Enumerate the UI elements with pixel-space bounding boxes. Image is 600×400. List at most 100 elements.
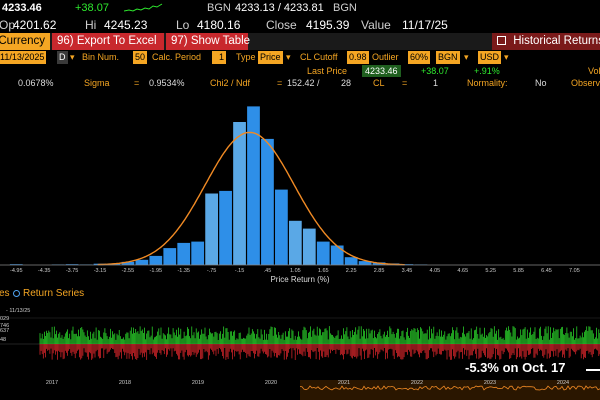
close-label: Close (266, 18, 297, 32)
x-tick-label: 2.85 (374, 268, 385, 274)
event-callout: -5.3% on Oct. 17 (465, 360, 566, 375)
low-label: Lo (176, 18, 190, 32)
x-tick-label: 2.25 (346, 268, 357, 274)
histogram-bar (149, 255, 163, 265)
period-type-select[interactable]: D (57, 51, 68, 64)
year-label: 2020 (265, 380, 277, 386)
sigma-value: 0.9534% (149, 78, 185, 88)
normality-label: Normality: (467, 78, 508, 88)
histogram-bar (316, 241, 330, 265)
year-label: 2021 (338, 380, 350, 386)
x-tick-label: 4.05 (430, 268, 441, 274)
stats-row: 0.0678% Sigma = 0.9534% Chi2 / Ndf = 152… (0, 77, 600, 90)
x-tick-label: 4.65 (457, 268, 468, 274)
mean-value: 0.0678% (18, 78, 54, 88)
series-axis-val-4: 48 (0, 337, 6, 343)
observations-label: Observ (571, 78, 600, 88)
start-date-field[interactable]: 11/13/2025 (0, 51, 47, 64)
return-series-label: Return Series (23, 288, 85, 299)
currency-button[interactable]: Currency (0, 33, 50, 50)
x-tick-label: -1.95 (150, 268, 163, 274)
historical-returns-label: Historical Returns (513, 35, 600, 47)
low-value: 4180.16 (197, 18, 241, 32)
open-value: 4201.62 (13, 18, 57, 32)
cl-cutoff-field[interactable]: 0.98 (347, 51, 369, 64)
bin-num-field[interactable]: 50 (133, 51, 148, 64)
external-link-icon (497, 36, 506, 45)
last-change: +38.07 (421, 66, 449, 76)
currency-button-label: Currency (0, 35, 45, 47)
histogram-bar (163, 248, 177, 265)
high-label: Hi (85, 18, 97, 32)
year-label: 2023 (484, 380, 496, 386)
show-table-button[interactable]: 97) Show Table (166, 33, 250, 50)
return-series-chart: - 11/13/25 029 746 637 48 2017 2018 2019 20… (0, 308, 600, 400)
x-tick-label: -.75 (207, 268, 216, 274)
x-tick-label: 3.45 (402, 268, 413, 274)
type-label: Type (236, 52, 256, 62)
histogram-bar (344, 257, 358, 265)
last-pct: +.91% (474, 66, 500, 76)
histogram-bar (233, 122, 246, 265)
source-select[interactable]: BGN (436, 51, 460, 64)
toolbar: Currency 96) Export To Excel 97) Show Ta… (0, 33, 600, 50)
chevron-down-icon: ▾ (70, 52, 75, 62)
x-tick-label: -4.95 (10, 268, 23, 274)
ndf-value: 28 (341, 78, 352, 88)
x-tick-label: -.15 (235, 268, 244, 274)
radio-icon[interactable] (13, 290, 20, 297)
chi2-label: Chi2 / Ndf (210, 78, 251, 88)
net-change: +38.07 (75, 2, 109, 14)
outlier-label: Outlier (372, 52, 399, 62)
outlier-field[interactable]: 60% (408, 51, 431, 64)
x-tick-label: 1.65 (318, 268, 329, 274)
histogram-bar (191, 241, 205, 265)
histogram-bar (288, 220, 302, 265)
close-value: 4195.39 (306, 18, 350, 32)
callout-pointer (586, 369, 600, 371)
export-excel-button[interactable]: 96) Export To Excel (52, 33, 164, 50)
last-price-row: Last Price 4233.46 +38.07 +.91% Vol (0, 65, 600, 77)
sparkline-icon (124, 3, 163, 12)
x-axis-title: Price Return (%) (270, 275, 330, 284)
bid-ask-source: BGN (333, 2, 357, 14)
x-tick-label: 5.85 (513, 268, 524, 274)
chevron-down-icon: ▾ (464, 52, 469, 62)
bid-ask: 4233.13 / 4233.81 (235, 2, 324, 14)
quote-strip-ohlc: Op 4201.62 Hi 4245.23 Lo 4180.16 Close 4… (0, 17, 600, 33)
year-label: 2019 (192, 380, 204, 386)
volume-label: Vol (588, 66, 600, 76)
x-tick-label: -2.55 (122, 268, 135, 274)
x-tick-label: 7.05 (569, 268, 580, 274)
x-tick-label: -3.75 (66, 268, 79, 274)
chi2-equals: = (277, 78, 283, 88)
year-label: 2017 (46, 380, 58, 386)
export-label: Export To Excel (76, 35, 157, 47)
cl-value: 1 (433, 78, 439, 88)
bgn-tag: BGN (207, 2, 231, 14)
x-tick-label: -4.35 (38, 268, 51, 274)
last-price-label: Last Price (307, 66, 348, 76)
settings-row: 11/13/2025 D ▾ Bin Num. 50 Calc. Period … (0, 51, 600, 64)
x-tick-label: .45 (264, 268, 272, 274)
year-label: 2022 (411, 380, 423, 386)
show-num: 97) (171, 35, 188, 47)
value-date: 11/17/25 (402, 18, 448, 32)
type-select[interactable]: Price (258, 51, 283, 64)
last-price: 4233.46 (2, 2, 42, 14)
histogram-bar (330, 245, 344, 265)
quote-strip-top: 4233.46 +38.07 BGN 4233.13 / 4233.81 BGN (0, 0, 600, 17)
calc-period-field[interactable]: 1 (212, 51, 226, 64)
chi2-value: 152.42 / (287, 78, 320, 88)
x-tick-label: -3.15 (94, 268, 107, 274)
histogram-bar (135, 259, 149, 265)
currency-select[interactable]: USD (478, 51, 502, 64)
histogram-bar (302, 228, 316, 265)
historical-returns-button[interactable]: Historical Returns (492, 33, 600, 50)
export-num: 96) (57, 35, 74, 47)
x-tick-label: 6.45 (541, 268, 552, 274)
year-label: 2024 (557, 380, 569, 386)
histogram-bar (247, 106, 260, 266)
histogram-bar (275, 189, 288, 265)
chevron-down-icon: ▾ (286, 52, 291, 62)
